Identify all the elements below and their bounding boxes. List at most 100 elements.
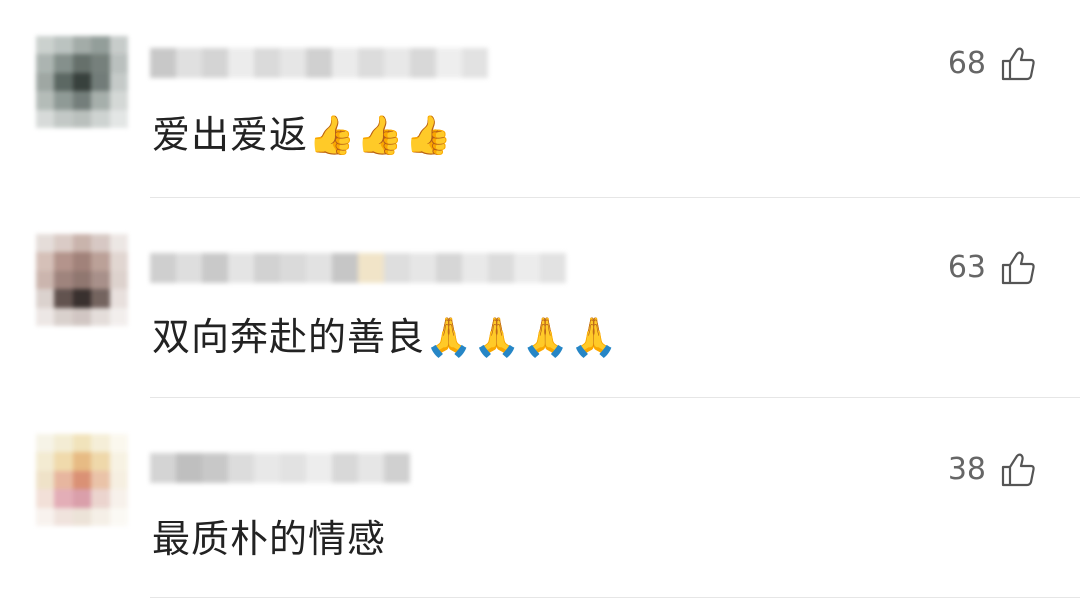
username[interactable] (150, 45, 488, 81)
username-pixel (462, 253, 488, 283)
avatar-pixel (72, 270, 92, 290)
username-pixel (228, 253, 254, 283)
username-pixel (462, 48, 488, 78)
username-pixel (384, 453, 410, 483)
username-pixel (176, 453, 202, 483)
avatar-pixel (36, 234, 55, 253)
avatar-pixel (36, 452, 55, 471)
avatar-pixel (91, 452, 110, 471)
comment-item: 最质朴的情感 38 (0, 400, 1080, 600)
divider (150, 397, 1080, 398)
avatar-pixel (109, 54, 128, 73)
avatar-pixel (109, 507, 128, 526)
avatar[interactable] (36, 234, 128, 326)
avatar-pixel (109, 452, 128, 471)
username-pixel (436, 253, 462, 283)
username-pixel (254, 48, 280, 78)
avatar-pixel (91, 54, 110, 73)
avatar-pixel (36, 470, 55, 490)
avatar-pixel (91, 91, 110, 110)
avatar-pixel (36, 252, 55, 271)
avatar-pixel (109, 489, 128, 508)
avatar-pixel (109, 234, 128, 253)
avatar-pixel (36, 36, 55, 55)
username-pixel (514, 253, 540, 283)
like-button[interactable]: 68 (948, 46, 1036, 81)
username-pixel (176, 48, 202, 78)
avatar-pixel (54, 72, 73, 92)
like-count: 63 (947, 250, 986, 285)
avatar-pixel (91, 36, 110, 55)
avatar-pixel (72, 470, 92, 490)
username-pixel (228, 48, 254, 78)
avatar-pixel (91, 109, 110, 128)
avatar-pixel (36, 289, 55, 308)
avatar[interactable] (36, 434, 128, 526)
avatar-pixel (109, 72, 128, 92)
like-count: 38 (947, 452, 986, 487)
avatar-pixel (109, 36, 128, 55)
thumbs-up-icon[interactable] (1000, 453, 1036, 487)
username-pixel (358, 253, 384, 283)
username-pixel (358, 453, 384, 483)
username-pixel (306, 253, 332, 283)
like-count: 68 (947, 46, 986, 81)
avatar-pixel (91, 72, 110, 92)
thumbs-up-icon[interactable] (1000, 251, 1036, 285)
avatar-pixel (36, 109, 55, 128)
divider (150, 197, 1080, 198)
avatar-pixel (36, 434, 55, 453)
thumbs-up-icon[interactable] (1000, 47, 1036, 81)
avatar-pixel (72, 72, 92, 92)
avatar-pixel (54, 234, 73, 253)
avatar-pixel (54, 109, 73, 128)
username-pixel (280, 453, 306, 483)
username-pixel (202, 253, 228, 283)
avatar[interactable] (36, 36, 128, 128)
username-pixel (254, 253, 280, 283)
username-pixel (280, 253, 306, 283)
avatar-pixel (91, 252, 110, 271)
avatar-pixel (109, 270, 128, 290)
avatar-pixel (54, 252, 73, 271)
avatar-pixel (36, 507, 55, 526)
username-pixel (332, 453, 358, 483)
avatar-pixel (72, 109, 92, 128)
username-pixel (332, 253, 358, 283)
username[interactable] (150, 250, 566, 286)
avatar-pixel (54, 489, 73, 508)
comment-item: 爱出爱返👍👍👍 68 (0, 0, 1080, 200)
avatar-pixel (72, 91, 92, 110)
avatar-pixel (91, 307, 110, 326)
username-pixel (150, 48, 176, 78)
username-pixel (254, 453, 280, 483)
avatar-pixel (54, 289, 73, 308)
avatar-pixel (109, 434, 128, 453)
username-pixel (280, 48, 306, 78)
avatar-pixel (109, 307, 128, 326)
like-button[interactable]: 63 (948, 250, 1036, 285)
avatar-pixel (54, 36, 73, 55)
username-pixel (384, 48, 410, 78)
avatar-pixel (109, 470, 128, 490)
avatar-pixel (54, 452, 73, 471)
like-button[interactable]: 38 (948, 452, 1036, 487)
avatar-pixel (109, 91, 128, 110)
avatar-pixel (91, 489, 110, 508)
avatar-pixel (36, 489, 55, 508)
avatar-pixel (72, 252, 92, 271)
comment-text: 最质朴的情感 (152, 517, 387, 561)
avatar-pixel (91, 270, 110, 290)
username-pixel (176, 253, 202, 283)
avatar-pixel (36, 307, 55, 326)
avatar-pixel (72, 434, 92, 453)
comment-text: 爱出爱返👍👍👍 (152, 113, 453, 157)
avatar-pixel (36, 91, 55, 110)
username[interactable] (150, 450, 410, 486)
avatar-pixel (54, 470, 73, 490)
username-pixel (358, 48, 384, 78)
username-pixel (540, 253, 566, 283)
username-pixel (436, 48, 462, 78)
divider (150, 597, 1080, 598)
avatar-pixel (72, 289, 92, 308)
